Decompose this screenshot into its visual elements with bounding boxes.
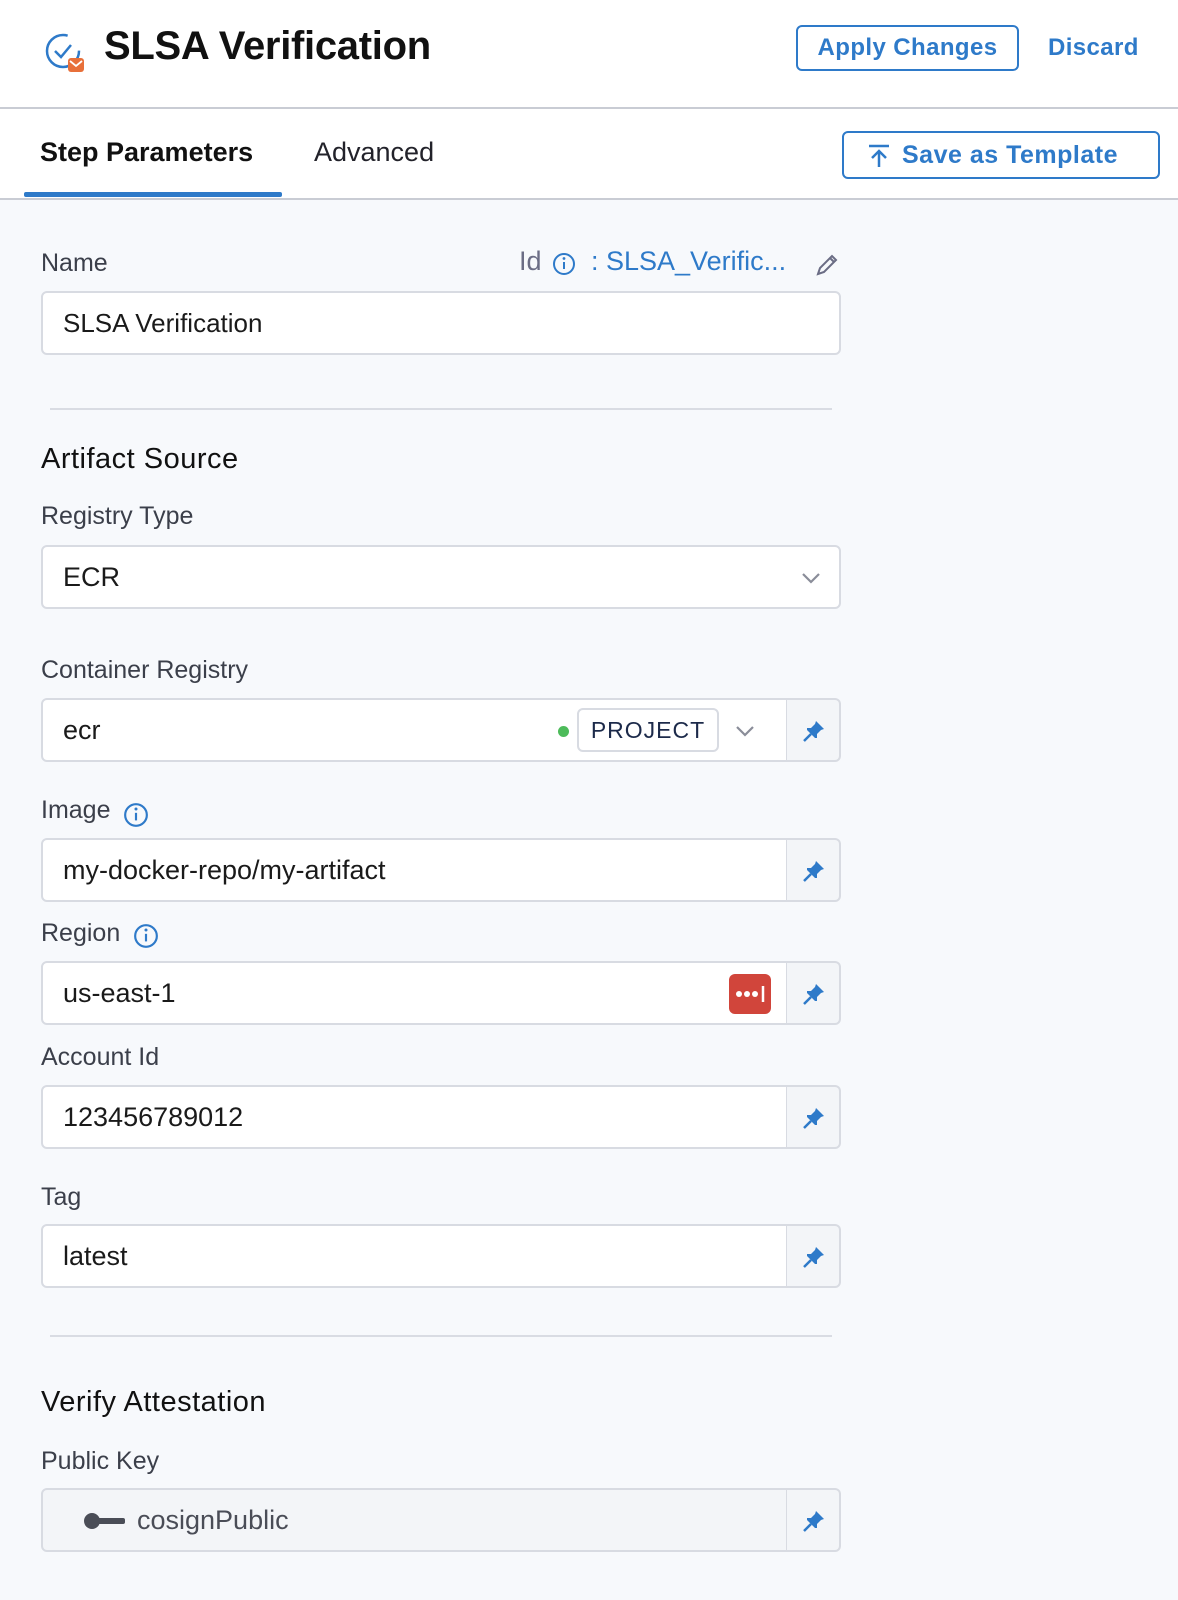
image-pin-button[interactable] <box>787 838 841 902</box>
pin-icon <box>803 984 824 1005</box>
tab-advanced[interactable]: Advanced <box>314 137 434 168</box>
account-id-value: 123456789012 <box>63 1102 244 1132</box>
scope-badge: PROJECT <box>577 708 719 752</box>
name-input[interactable]: SLSA Verification <box>41 291 841 355</box>
section-divider <box>50 1335 832 1337</box>
registry-type-label: Registry Type <box>41 502 194 530</box>
registry-type-select[interactable]: ECR <box>41 545 841 609</box>
step-header: SLSA Verification Apply Changes Discard <box>0 0 1178 109</box>
public-key-value: cosignPublic <box>137 1505 289 1535</box>
pin-icon <box>803 1511 824 1532</box>
account-id-input[interactable]: 123456789012 <box>41 1085 788 1149</box>
section-divider <box>50 408 832 410</box>
info-icon[interactable] <box>123 802 149 828</box>
registry-type-value: ECR <box>63 562 121 592</box>
region-pin-button[interactable] <box>787 961 841 1025</box>
public-key-select[interactable]: cosignPublic <box>41 1488 788 1552</box>
container-registry-pin-button[interactable] <box>787 698 841 762</box>
image-label: Image <box>41 796 110 825</box>
tag-label: Tag <box>41 1183 82 1211</box>
upload-icon <box>869 144 889 167</box>
key-icon <box>84 1513 125 1529</box>
pin-icon <box>803 721 824 742</box>
image-input-value: my-docker-repo/my-artifact <box>63 855 386 885</box>
edit-pencil-icon[interactable] <box>814 252 840 278</box>
pin-icon <box>803 1247 824 1268</box>
container-registry-value: ecr <box>63 715 101 745</box>
info-icon[interactable] <box>552 252 576 276</box>
image-label-text: Image <box>41 796 111 824</box>
tabs-bar: Step Parameters Advanced Save as Templat… <box>0 109 1178 200</box>
tag-input-value: latest <box>63 1241 128 1271</box>
page-title: SLSA Verification <box>104 24 431 68</box>
verify-attestation-title: Verify Attestation <box>41 1386 267 1418</box>
account-id-label: Account Id <box>41 1043 160 1071</box>
region-input-value: us-east-1 <box>63 978 176 1008</box>
public-key-label: Public Key <box>41 1447 160 1475</box>
tab-step-parameters[interactable]: Step Parameters <box>40 137 253 168</box>
chevron-down-icon[interactable] <box>734 724 756 738</box>
password-manager-icon[interactable] <box>729 974 771 1014</box>
region-label: Region <box>41 919 121 947</box>
connection-status-dot <box>558 726 569 737</box>
artifact-source-title: Artifact Source <box>41 443 239 475</box>
id-label: Id <box>519 246 542 276</box>
save-as-template-button[interactable]: Save as Template <box>842 131 1160 179</box>
identifier-value: : SLSA_Verific... <box>591 246 787 276</box>
tag-input[interactable]: latest <box>41 1224 788 1288</box>
pin-icon <box>803 861 824 882</box>
discard-button[interactable]: Discard <box>1048 25 1139 71</box>
name-input-value: SLSA Verification <box>63 308 263 338</box>
public-key-pin-button[interactable] <box>787 1488 841 1552</box>
dots-icon <box>736 986 765 1002</box>
name-label: Name <box>41 249 108 277</box>
info-icon[interactable] <box>133 923 159 949</box>
account-id-pin-button[interactable] <box>787 1085 841 1149</box>
slsa-verification-icon <box>45 33 84 72</box>
save-as-template-label: Save as Template <box>902 141 1118 169</box>
pin-icon <box>803 1108 824 1129</box>
active-tab-indicator <box>24 192 282 197</box>
tag-pin-button[interactable] <box>787 1224 841 1288</box>
chevron-down-icon <box>802 573 820 584</box>
image-input[interactable]: my-docker-repo/my-artifact <box>41 838 788 902</box>
region-input[interactable]: us-east-1 <box>41 961 788 1025</box>
container-registry-select[interactable]: ecr PROJECT <box>41 698 788 762</box>
apply-changes-button[interactable]: Apply Changes <box>796 25 1019 71</box>
container-registry-label: Container Registry <box>41 656 249 684</box>
